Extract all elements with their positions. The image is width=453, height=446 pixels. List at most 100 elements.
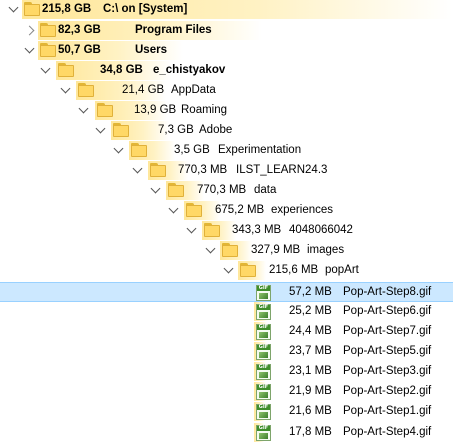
chevron-down-icon[interactable] <box>132 163 143 174</box>
gif-file-icon: GIF <box>256 344 271 360</box>
file-row[interactable]: GIF 17,8 MB Pop-Art-Step4.gif <box>0 423 453 443</box>
gif-file-icon: GIF <box>256 384 271 400</box>
folder-name: C:\ on [System] <box>103 3 188 15</box>
file-row[interactable]: GIF 23,7 MB Pop-Art-Step5.gif <box>0 342 453 362</box>
folder-icon <box>168 183 184 198</box>
item-size: 675,2 MB <box>215 204 265 216</box>
folder-icon <box>222 243 238 258</box>
item-size: 13,9 GB <box>134 104 177 116</box>
folder-icon <box>131 143 147 158</box>
chevron-down-icon[interactable] <box>205 243 216 254</box>
folder-name: Adobe <box>199 124 233 136</box>
item-size: 327,9 MB <box>251 244 301 256</box>
chevron-down-icon[interactable] <box>186 223 197 234</box>
folder-row[interactable]: 13,9 GB Roaming <box>0 101 453 121</box>
item-size: 17,8 MB <box>289 426 332 438</box>
folder-row[interactable]: 343,3 MB 4048066042 <box>0 221 453 241</box>
folder-row[interactable]: 21,4 GB AppData <box>0 81 453 101</box>
folder-name: Users <box>135 44 167 56</box>
item-size: 21,4 GB <box>122 84 165 96</box>
folder-row[interactable]: 215,6 MB popArt <box>0 261 453 281</box>
file-name: Pop-Art-Step5.gif <box>343 345 432 357</box>
folder-icon <box>150 163 166 178</box>
file-row[interactable]: GIF 25,2 MB Pop-Art-Step6.gif <box>0 302 453 322</box>
gif-file-icon: GIF <box>256 285 271 301</box>
item-size: 23,1 MB <box>289 365 332 377</box>
folder-name: experiences <box>271 204 334 216</box>
folder-icon <box>58 63 74 78</box>
gif-file-icon: GIF <box>256 404 271 420</box>
item-size: 21,9 MB <box>289 385 332 397</box>
item-size: 34,8 GB <box>100 64 143 76</box>
chevron-down-icon[interactable] <box>150 183 161 194</box>
folder-name: data <box>254 184 277 196</box>
folder-icon <box>78 83 94 98</box>
file-name: Pop-Art-Step4.gif <box>343 426 432 438</box>
chevron-down-icon[interactable] <box>24 43 35 54</box>
file-name: Pop-Art-Step1.gif <box>343 405 432 417</box>
item-size: 3,5 GB <box>174 144 210 156</box>
item-size: 215,6 MB <box>269 264 319 276</box>
folder-row[interactable]: 34,8 GB e_chistyakov <box>0 61 453 81</box>
folder-icon <box>113 123 129 138</box>
chevron-down-icon[interactable] <box>113 143 124 154</box>
folder-icon <box>40 23 56 38</box>
folder-row[interactable]: 327,9 MB images <box>0 241 453 261</box>
folder-name: ILST_LEARN24.3 <box>236 164 328 176</box>
item-size: 770,3 MB <box>178 164 228 176</box>
folder-icon <box>204 223 220 238</box>
chevron-down-icon[interactable] <box>8 2 19 13</box>
chevron-right-icon[interactable] <box>24 25 35 36</box>
folder-name: Experimentation <box>218 144 302 156</box>
chevron-down-icon[interactable] <box>223 263 234 274</box>
file-row[interactable]: GIF 24,4 MB Pop-Art-Step7.gif <box>0 322 453 342</box>
folder-row[interactable]: 215,8 GB C:\ on [System] <box>0 0 453 20</box>
folder-name: images <box>307 244 345 256</box>
folder-icon <box>240 263 256 278</box>
chevron-down-icon[interactable] <box>40 63 51 74</box>
item-size: 7,3 GB <box>158 124 194 136</box>
item-size: 25,2 MB <box>289 305 332 317</box>
chevron-down-icon[interactable] <box>95 123 106 134</box>
folder-name: Roaming <box>181 104 228 116</box>
gif-file-icon: GIF <box>256 425 271 441</box>
folder-row[interactable]: 770,3 MB ILST_LEARN24.3 <box>0 161 453 181</box>
file-row[interactable]: GIF 21,9 MB Pop-Art-Step2.gif <box>0 382 453 402</box>
gif-file-icon: GIF <box>256 364 271 380</box>
item-size: 50,7 GB <box>58 44 101 56</box>
chevron-down-icon[interactable] <box>78 103 89 114</box>
folder-icon <box>40 43 56 58</box>
folder-row[interactable]: 7,3 GB Adobe <box>0 121 453 141</box>
file-name: Pop-Art-Step3.gif <box>343 365 432 377</box>
folder-name: Program Files <box>135 24 212 36</box>
folder-row[interactable]: 3,5 GB Experimentation <box>0 141 453 161</box>
item-size: 23,7 MB <box>289 345 332 357</box>
file-name: Pop-Art-Step2.gif <box>343 385 432 397</box>
item-size: 770,3 MB <box>197 184 247 196</box>
item-size: 21,6 MB <box>289 405 332 417</box>
folder-icon <box>97 103 113 118</box>
folder-name: 4048066042 <box>289 224 353 236</box>
item-size: 24,4 MB <box>289 325 332 337</box>
chevron-down-icon[interactable] <box>168 203 179 214</box>
folder-name: AppData <box>171 84 216 96</box>
file-row[interactable]: GIF 21,6 MB Pop-Art-Step1.gif <box>0 402 453 422</box>
folder-name: popArt <box>325 264 359 276</box>
chevron-down-icon[interactable] <box>60 83 71 94</box>
file-name: Pop-Art-Step6.gif <box>343 305 432 317</box>
folder-icon <box>24 2 40 17</box>
item-size: 215,8 GB <box>42 3 92 15</box>
gif-file-icon: GIF <box>256 324 271 340</box>
file-row[interactable]: GIF 57,2 MB Pop-Art-Step8.gif <box>0 282 453 302</box>
folder-row[interactable]: 50,7 GB Users <box>0 41 453 61</box>
item-size: 82,3 GB <box>58 24 101 36</box>
file-name: Pop-Art-Step8.gif <box>343 286 432 298</box>
item-size: 57,2 MB <box>289 286 332 298</box>
folder-row[interactable]: 82,3 GB Program Files <box>0 21 453 41</box>
folder-row[interactable]: 770,3 MB data <box>0 181 453 201</box>
folder-row[interactable]: 675,2 MB experiences <box>0 201 453 221</box>
item-size: 343,3 MB <box>232 224 282 236</box>
folder-name: e_chistyakov <box>153 64 226 76</box>
file-name: Pop-Art-Step7.gif <box>343 325 432 337</box>
file-row[interactable]: GIF 23,1 MB Pop-Art-Step3.gif <box>0 362 453 382</box>
